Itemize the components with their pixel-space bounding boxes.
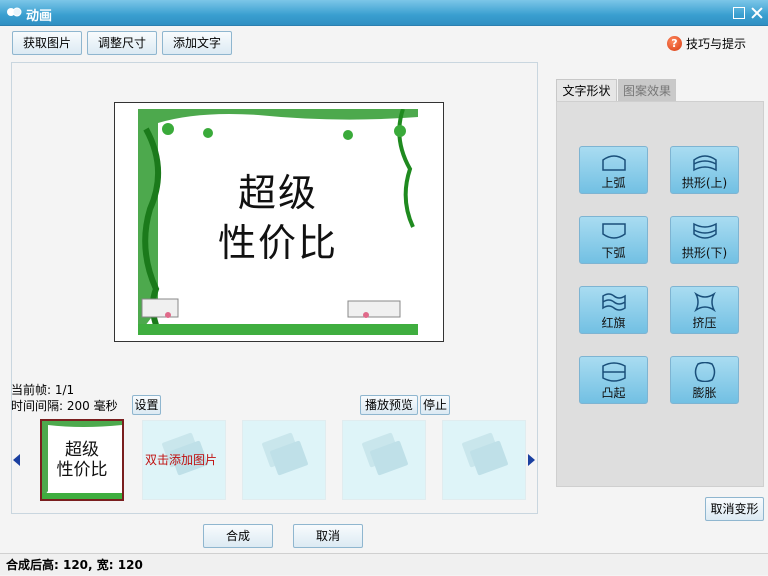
preview-line-1: 超级 xyxy=(237,171,318,215)
add-image-hint: 双击添加图片 xyxy=(145,453,218,467)
placeholder-image-icon xyxy=(262,432,308,476)
stop-button[interactable]: 停止 xyxy=(420,395,450,415)
shape-label: 拱形(下) xyxy=(681,246,728,260)
window-title: 动画 xyxy=(26,9,53,24)
arch-up-icon xyxy=(693,155,717,172)
shape-label: 上弧 xyxy=(601,176,626,190)
settings-button[interactable]: 设置 xyxy=(132,395,161,415)
shape-label: 下弧 xyxy=(601,246,626,260)
empty-frame-slot[interactable] xyxy=(342,420,426,500)
add-text-button[interactable]: 添加文字 xyxy=(162,31,232,55)
title-bar: 动画 xyxy=(0,0,768,26)
app-icon xyxy=(7,7,22,17)
preview-line-2: 性价比 xyxy=(217,221,338,265)
close-icon[interactable] xyxy=(751,7,763,19)
inflate-icon xyxy=(694,362,716,382)
empty-frame-slot[interactable] xyxy=(242,420,326,500)
shape-squeeze-button[interactable]: 挤压 xyxy=(670,286,739,334)
shape-bulge-button[interactable]: 凸起 xyxy=(579,356,648,404)
shape-arc-down-button[interactable]: 下弧 xyxy=(579,216,648,264)
tips-link[interactable]: 技巧与提示 xyxy=(686,35,746,52)
shape-inflate-button[interactable]: 膨胀 xyxy=(670,356,739,404)
help-icon[interactable]: ? xyxy=(667,36,682,51)
flag-icon xyxy=(602,293,626,311)
maximize-icon[interactable] xyxy=(733,7,745,19)
empty-frame-slot[interactable] xyxy=(442,420,526,500)
scroll-left-icon[interactable] xyxy=(13,454,20,466)
interval-label: 时间间隔: 200 毫秒 xyxy=(11,399,118,413)
shape-label: 凸起 xyxy=(601,386,626,400)
arc-down-icon xyxy=(602,223,626,239)
squeeze-icon xyxy=(694,292,716,312)
placeholder-image-icon xyxy=(362,432,408,476)
preview-text: 超级 性价比 xyxy=(138,168,418,268)
thumb-line-2: 性价比 xyxy=(56,460,108,480)
scroll-right-icon[interactable] xyxy=(528,454,535,466)
compose-button[interactable]: 合成 xyxy=(203,524,273,548)
shape-label: 拱形(上) xyxy=(681,176,728,190)
current-frame-label: 当前帧: 1/1 xyxy=(11,383,75,397)
play-preview-button[interactable]: 播放预览 xyxy=(360,395,418,415)
shape-label: 膨胀 xyxy=(692,386,717,400)
resize-button[interactable]: 调整尺寸 xyxy=(87,31,157,55)
tab-pattern-effect[interactable]: 图案效果 xyxy=(618,79,676,101)
get-image-button[interactable]: 获取图片 xyxy=(12,31,82,55)
shape-arch-up-button[interactable]: 拱形(上) xyxy=(670,146,739,194)
thumb-line-1: 超级 xyxy=(65,440,99,460)
arc-up-icon xyxy=(602,155,626,171)
shape-label: 红旗 xyxy=(601,316,626,330)
shape-flag-button[interactable]: 红旗 xyxy=(579,286,648,334)
frame-thumbnail[interactable]: 超级 性价比 xyxy=(40,419,124,501)
bulge-icon xyxy=(602,362,626,382)
cancel-transform-button[interactable]: 取消变形 xyxy=(705,497,764,521)
shape-label: 挤压 xyxy=(692,316,717,330)
tab-text-shape[interactable]: 文字形状 xyxy=(556,79,617,101)
shape-arc-up-button[interactable]: 上弧 xyxy=(579,146,648,194)
arch-down-icon xyxy=(693,222,717,239)
status-bar: 合成后高: 120, 宽: 120 xyxy=(0,553,768,575)
cancel-button[interactable]: 取消 xyxy=(293,524,363,548)
placeholder-image-icon xyxy=(462,432,508,476)
shape-arch-down-button[interactable]: 拱形(下) xyxy=(670,216,739,264)
